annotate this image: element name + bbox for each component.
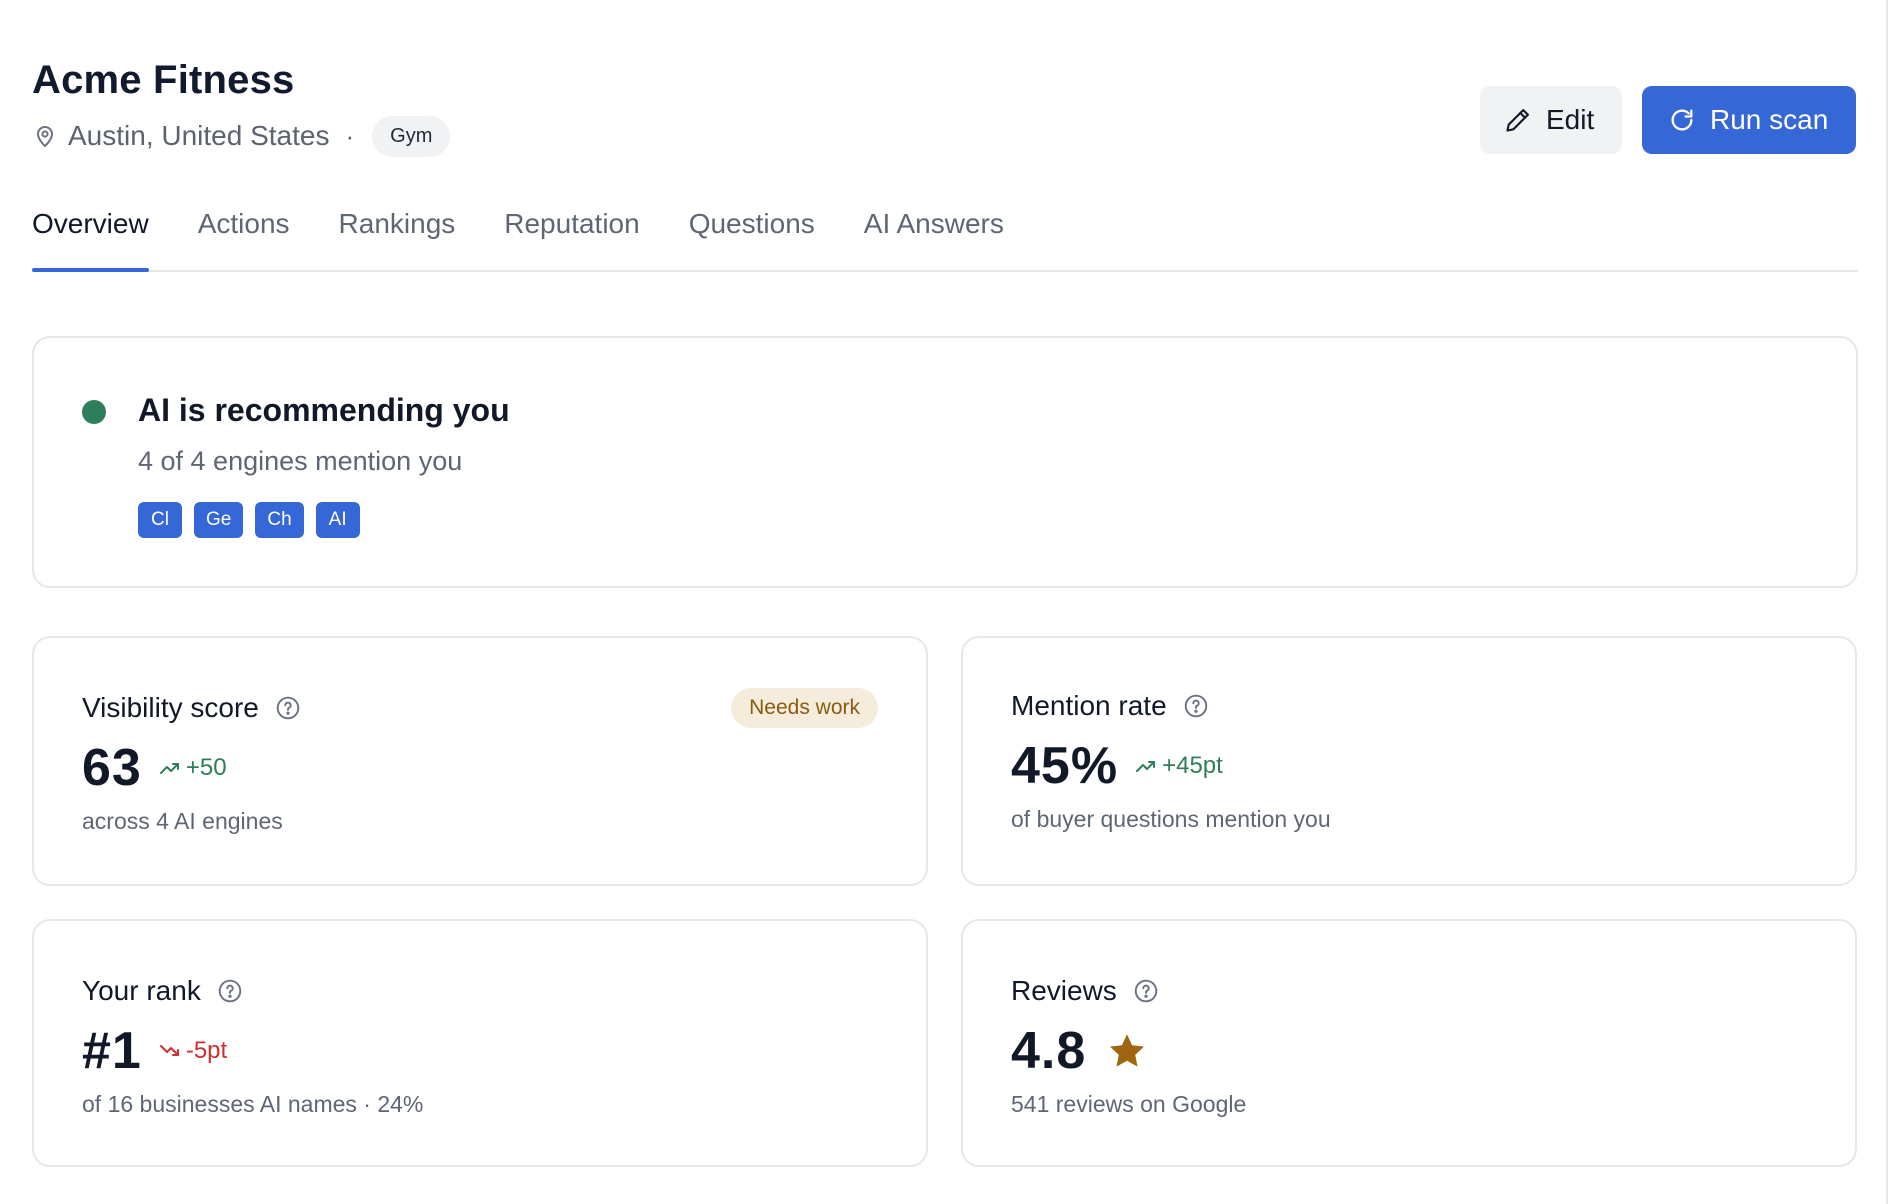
header-actions: Edit Run scan <box>1480 86 1856 154</box>
tab-ai-answers[interactable]: AI Answers <box>864 196 1004 270</box>
mention-rate-delta: +45pt <box>1134 752 1223 780</box>
question-circle-icon[interactable] <box>1183 693 1209 719</box>
status-title: AI is recommending you <box>138 392 510 428</box>
metric-value-row: 63 +50 <box>82 738 227 798</box>
star-icon <box>1106 1030 1148 1072</box>
tab-overview[interactable]: Overview <box>32 196 149 272</box>
category-badge: Gym <box>372 115 451 157</box>
scrollbar[interactable] <box>1886 0 1888 1204</box>
visibility-score-card: Visibility score Needs work 63 +50 acros… <box>32 636 928 886</box>
metric-label: Reviews <box>1011 975 1159 1007</box>
mention-rate-label: Mention rate <box>1011 690 1167 721</box>
tab-reputation[interactable]: Reputation <box>504 196 639 270</box>
reviews-label: Reviews <box>1011 975 1117 1006</box>
engine-chip: Ge <box>194 502 244 538</box>
engine-chip: Ch <box>255 502 304 538</box>
tab-questions[interactable]: Questions <box>689 196 815 270</box>
mention-rate-sub: of buyer questions mention you <box>1011 806 1331 832</box>
run-scan-button-label: Run scan <box>1710 104 1829 135</box>
metric-value-row: 45% +45pt <box>1011 736 1223 796</box>
run-scan-button[interactable]: Run scan <box>1642 86 1856 154</box>
ai-status-card: AI is recommending you 4 of 4 engines me… <box>32 336 1858 588</box>
business-title: Acme Fitness <box>32 58 295 102</box>
trend-up-icon <box>1134 754 1158 778</box>
metric-label: Mention rate <box>1011 690 1209 722</box>
reviews-sub: 541 reviews on Google <box>1011 1091 1247 1117</box>
business-meta: Austin, United States · Gym <box>32 115 451 157</box>
metric-value-row: #1 -5pt <box>82 1021 227 1081</box>
trend-down-icon <box>158 1039 182 1063</box>
metric-label: Visibility score <box>82 692 301 724</box>
edit-button[interactable]: Edit <box>1480 86 1622 154</box>
mention-rate-value: 45% <box>1011 737 1119 795</box>
status-subtitle: 4 of 4 engines mention you <box>138 446 463 476</box>
pencil-icon <box>1504 106 1532 134</box>
visibility-score-delta: +50 <box>158 754 227 782</box>
visibility-score-sub: across 4 AI engines <box>82 808 283 834</box>
trend-up-icon <box>158 756 182 780</box>
rank-sub: of 16 businesses AI names · 24% <box>82 1091 424 1117</box>
rank-label: Your rank <box>82 975 201 1006</box>
rank-card: Your rank #1 -5pt of 16 businesses AI na… <box>32 919 928 1167</box>
meta-separator: · <box>345 120 355 151</box>
delta-text: +50 <box>185 754 227 781</box>
edit-button-label: Edit <box>1546 104 1595 135</box>
delta-text: -5pt <box>185 1037 228 1064</box>
mention-rate-card: Mention rate 45% +45pt of buyer question… <box>961 636 1857 886</box>
tab-rankings[interactable]: Rankings <box>339 196 456 270</box>
business-location: Austin, United States <box>68 120 330 151</box>
status-indicator-dot <box>82 400 106 424</box>
visibility-score-label: Visibility score <box>82 692 259 723</box>
status-badge: Needs work <box>731 688 878 728</box>
refresh-icon <box>1668 106 1696 134</box>
tab-bar: Overview Actions Rankings Reputation Que… <box>32 196 1858 272</box>
engine-chip-list: Cl Ge Ch AI <box>138 502 360 538</box>
metric-label: Your rank <box>82 975 243 1007</box>
reviews-card: Reviews 4.8 541 reviews on Google <box>961 919 1857 1167</box>
engine-chip: Cl <box>138 502 182 538</box>
business-overview-page: Acme Fitness Austin, United States · Gym <box>0 0 1900 1204</box>
question-circle-icon[interactable] <box>1133 978 1159 1004</box>
rank-value: #1 <box>82 1022 142 1080</box>
business-header: Acme Fitness Austin, United States · Gym <box>32 52 1856 162</box>
engine-chip: AI <box>315 502 360 538</box>
visibility-score-value: 63 <box>82 739 142 797</box>
question-circle-icon[interactable] <box>217 978 243 1004</box>
rating-value: 4.8 <box>1011 1022 1087 1080</box>
map-pin-icon <box>32 123 58 149</box>
tab-actions[interactable]: Actions <box>198 196 290 270</box>
delta-text: +45pt <box>1162 752 1223 779</box>
rank-delta: -5pt <box>158 1037 227 1065</box>
question-circle-icon[interactable] <box>275 695 301 721</box>
metric-value-row: 4.8 <box>1011 1021 1148 1081</box>
